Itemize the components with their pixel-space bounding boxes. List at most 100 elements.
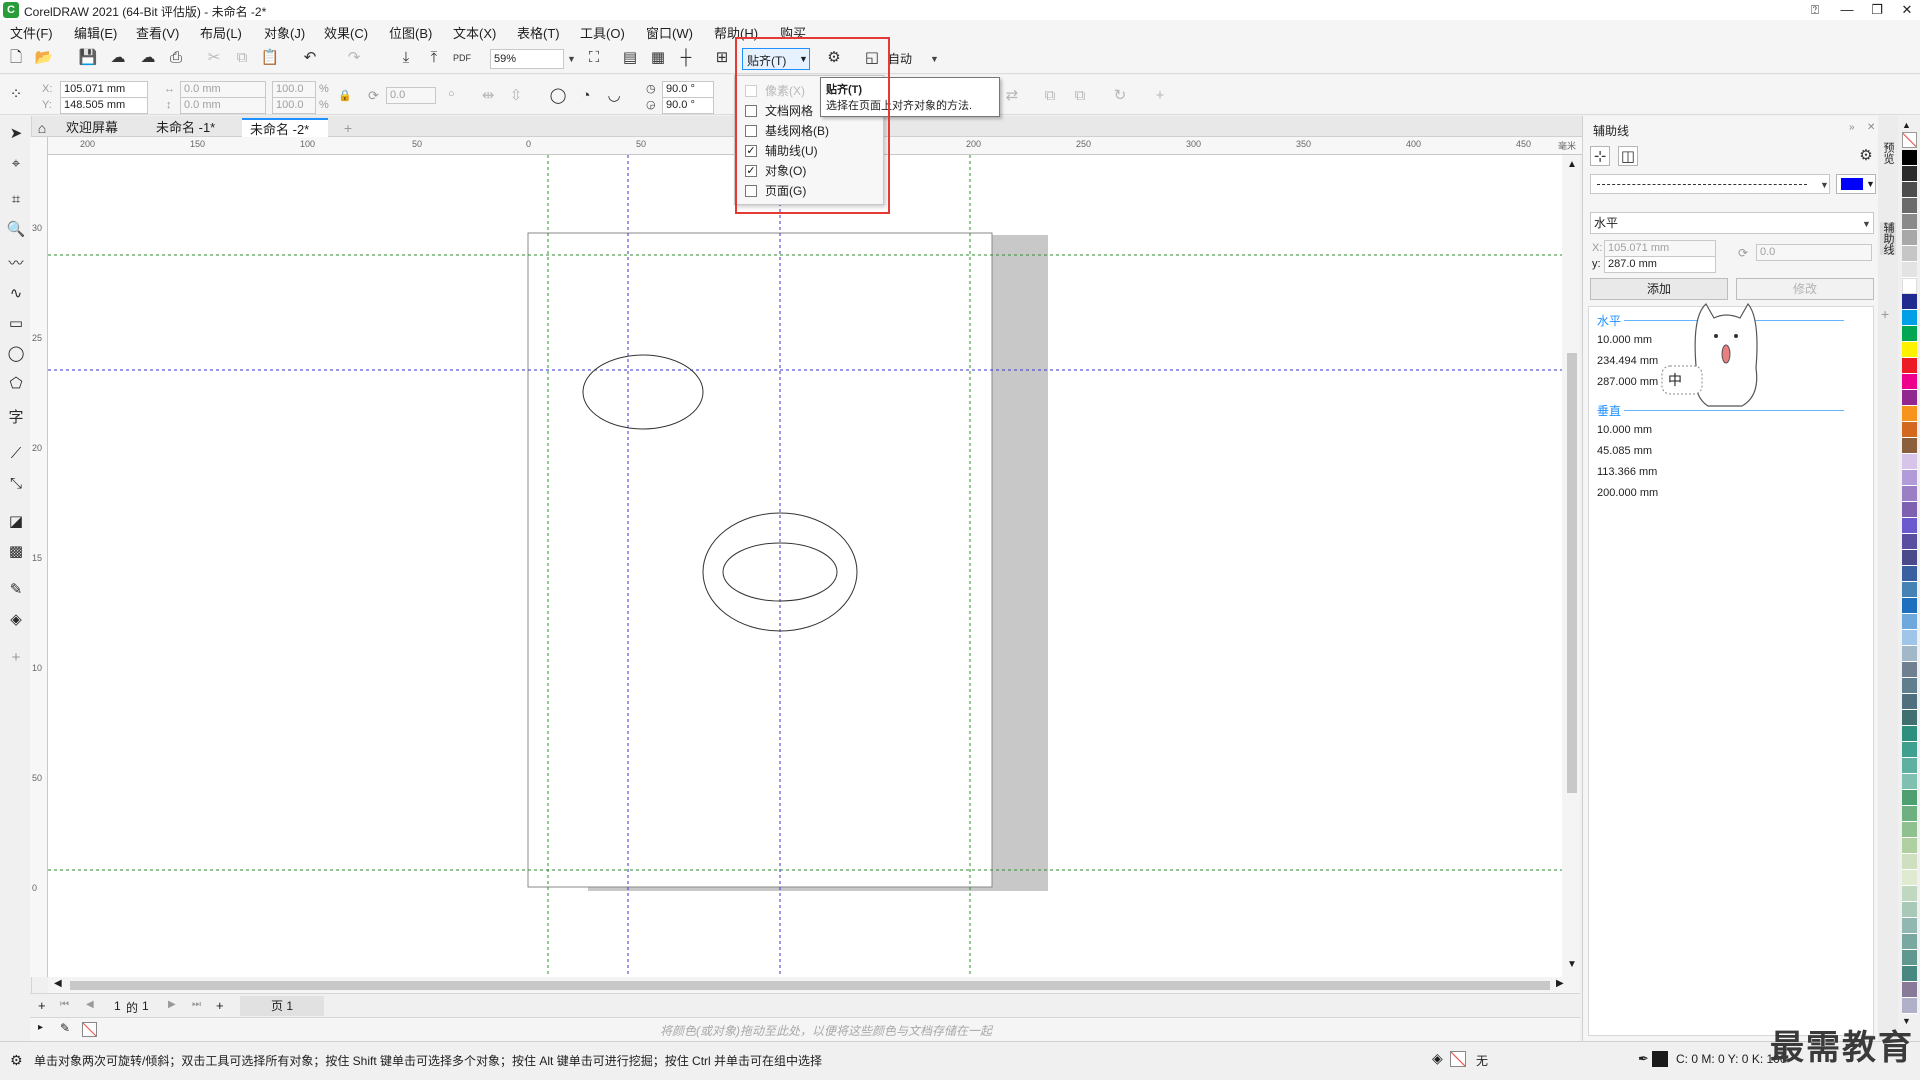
menu-layout[interactable]: 布局(L) [200,23,242,42]
color-swatch[interactable] [1902,166,1917,182]
drawing-canvas[interactable] [48,155,1568,977]
color-swatch[interactable] [1902,150,1917,166]
color-swatch[interactable] [1902,326,1917,342]
last-page-icon[interactable]: ⏭ [192,999,201,1010]
line-style-dropdown[interactable] [1590,174,1830,194]
y-position-field[interactable]: 148.505 mm [60,97,148,114]
to-front-icon[interactable]: ⧉ [1040,86,1060,106]
crop-tool-icon[interactable]: ⌗ [6,190,26,210]
vertical-group-header[interactable]: 垂直 [1597,402,1621,419]
color-swatch[interactable] [1902,966,1917,982]
color-swatch[interactable] [1902,246,1917,262]
minimize-button[interactable]: — [1832,0,1862,20]
show-rulers-icon[interactable]: ▤ [620,48,640,68]
ellipse-shape-icon[interactable]: ◯ [548,86,568,106]
save-icon[interactable]: 💾 [78,48,98,68]
polygon-tool-icon[interactable]: ⬠ [6,374,26,394]
horizontal-group-header[interactable]: 水平 [1597,312,1621,329]
color-swatch[interactable] [1902,550,1917,566]
cloud-download-icon[interactable]: ☁ [108,48,128,68]
menu-text[interactable]: 文本(X) [453,23,496,42]
add-tab-icon[interactable]: + [338,118,358,138]
arc-shape-icon[interactable]: ◡ [604,86,624,106]
zoom-tool-icon[interactable]: 🔍 [6,220,26,240]
color-swatch[interactable] [1902,342,1917,358]
first-page-icon[interactable]: ⏮ [60,999,69,1010]
color-swatch[interactable] [1902,358,1917,374]
guide-list-item[interactable]: 287.000 mm [1597,376,1658,388]
color-swatch[interactable] [1902,758,1917,774]
guide-list-item[interactable]: 45.085 mm [1597,445,1652,457]
color-swatch[interactable] [1902,454,1917,470]
guide-x-field[interactable]: 105.071 mm [1604,240,1716,257]
color-swatch[interactable] [1902,934,1917,950]
scroll-down-icon[interactable]: ▼ [1567,959,1577,970]
copy-icon[interactable]: ⧉ [232,48,252,68]
side-tab-add-icon[interactable]: + [1881,306,1889,322]
transparency-icon[interactable]: ▩ [6,542,26,562]
vertical-scrollbar[interactable]: ▲ ▼ [1562,155,1580,977]
color-swatch[interactable] [1902,918,1917,934]
show-guides-icon[interactable]: ┼ [676,48,696,68]
eyedropper-icon[interactable]: ✎ [6,580,26,600]
color-swatch[interactable] [1902,694,1917,710]
rectangle-tool-icon[interactable]: ▭ [6,314,26,334]
page-tab-1[interactable]: 页 1 [240,996,324,1016]
color-swatch[interactable] [1902,294,1917,310]
menu-view[interactable]: 查看(V) [136,23,179,42]
auto-label[interactable]: 自动 [888,50,912,67]
orientation-dropdown[interactable]: 水平 [1590,212,1874,234]
rotation-field[interactable]: 0.0 [386,87,436,104]
ellipse-tool-icon[interactable]: ◯ [6,344,26,364]
zoom-level-field[interactable]: 59% [490,49,564,69]
tab-untitled-1[interactable]: 未命名 -1* [148,118,223,137]
color-swatch[interactable] [1902,614,1917,630]
menu-tools[interactable]: 工具(O) [580,23,625,42]
color-swatch[interactable] [1902,278,1917,294]
zoom-dropdown-arrow-icon[interactable]: ▼ [567,54,576,64]
height-field[interactable]: 0.0 mm [180,97,266,114]
color-swatch[interactable] [1902,598,1917,614]
color-swatch[interactable] [1902,422,1917,438]
guide-lock-icon[interactable]: ◫ [1618,146,1638,166]
open-folder-icon[interactable]: 📂 [34,48,54,68]
start-angle-field[interactable]: 90.0 ° [662,81,714,98]
color-swatch[interactable] [1902,438,1917,454]
menu-table[interactable]: 表格(T) [517,23,560,42]
guide-y-field[interactable]: 287.0 mm [1604,256,1716,273]
parallel-dimension-icon[interactable]: ⟋ [6,444,26,464]
end-angle-field[interactable]: 90.0 ° [662,97,714,114]
color-swatch[interactable] [1902,630,1917,646]
paste-icon[interactable]: 📋 [260,48,280,68]
menu-object[interactable]: 对象(J) [264,23,305,42]
color-swatch[interactable] [1902,950,1917,966]
color-swatch[interactable] [1902,230,1917,246]
print-icon[interactable]: ⎙ [166,48,186,68]
guide-rotation-field[interactable]: 0.0 [1756,244,1872,261]
color-swatch[interactable] [1902,710,1917,726]
color-swatch[interactable] [1902,198,1917,214]
color-swatch[interactable] [1902,886,1917,902]
color-swatch[interactable] [1902,790,1917,806]
guide-list-item[interactable]: 10.000 mm [1597,334,1652,346]
color-swatch[interactable] [1902,902,1917,918]
no-color-swatch[interactable] [82,1022,97,1037]
x-position-field[interactable]: 105.071 mm [60,81,148,98]
line-style-arrow-icon[interactable]: ▼ [1820,180,1829,190]
docker-close-icon[interactable]: ✕ [1867,122,1875,133]
direction-icon[interactable]: ⇄ [1002,86,1022,106]
shape-tool-icon[interactable]: ⌖ [6,154,26,174]
scroll-left-icon[interactable]: ◀ [54,978,62,989]
add-icon[interactable]: + [1150,86,1170,106]
color-swatch[interactable] [1902,566,1917,582]
mirror-horizontal-icon[interactable]: ⇹ [478,86,498,106]
guide-color-picker[interactable]: ▼ [1836,174,1876,194]
menu-edit[interactable]: 编辑(E) [74,23,117,42]
color-swatch[interactable] [1902,374,1917,390]
add-page-before-icon[interactable]: + [38,998,46,1013]
prev-page-icon[interactable]: ◀ [86,999,94,1010]
import-icon[interactable]: ⤓ [396,48,416,68]
to-back-icon[interactable]: ⧉ [1070,86,1090,106]
help-window-icon[interactable]: ⍰ [1800,0,1830,20]
color-swatch[interactable] [1902,838,1917,854]
